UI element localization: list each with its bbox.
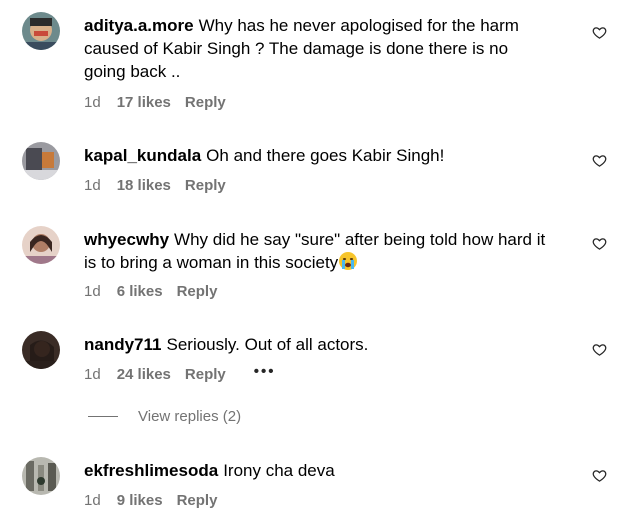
heart-outline-icon[interactable] xyxy=(592,342,607,357)
reply-button[interactable]: Reply xyxy=(185,94,226,111)
comment-username[interactable]: whyecwhy xyxy=(84,230,169,249)
comment-body: Seriously. Out of all actors. xyxy=(166,335,369,354)
comment-age: 1d xyxy=(84,492,101,509)
comment-text: whyecwhy Why did he say "sure" after bein… xyxy=(84,228,554,277)
comment-text: ekfreshlimesoda Irony cha deva xyxy=(84,459,554,482)
heart-outline-icon[interactable] xyxy=(592,153,607,168)
heart-outline-icon[interactable] xyxy=(592,25,607,40)
view-replies-label[interactable]: View replies (2) xyxy=(138,408,241,425)
comment-age: 1d xyxy=(84,283,101,300)
comment-text: kapal_kundala Oh and there goes Kabir Sin… xyxy=(84,144,554,167)
comment-text: aditya.a.more Why has he never apologised… xyxy=(84,14,554,83)
comment-likes[interactable]: 9 likes xyxy=(117,492,163,509)
comment-username[interactable]: ekfreshlimesoda xyxy=(84,461,218,480)
reply-button[interactable]: Reply xyxy=(185,177,226,194)
avatar[interactable] xyxy=(22,142,60,180)
reply-button[interactable]: Reply xyxy=(177,283,218,300)
comment-meta: 1d 17 likes Reply xyxy=(84,94,226,111)
comment-age: 1d xyxy=(84,177,101,194)
comment-likes[interactable]: 18 likes xyxy=(117,177,171,194)
comment-meta: 1d 24 likes Reply ••• xyxy=(84,363,276,383)
reply-button[interactable]: Reply xyxy=(185,366,226,383)
comment-text: nandy711 Seriously. Out of all actors. xyxy=(84,333,554,356)
heart-outline-icon[interactable] xyxy=(592,236,607,251)
avatar[interactable] xyxy=(22,457,60,495)
reply-button[interactable]: Reply xyxy=(177,492,218,509)
comment-body: Irony cha deva xyxy=(223,461,335,480)
avatar[interactable] xyxy=(22,226,60,264)
view-replies-divider xyxy=(88,416,118,417)
comment-meta: 1d 9 likes Reply xyxy=(84,492,217,509)
heart-outline-icon[interactable] xyxy=(592,468,607,483)
crying-face-emoji xyxy=(338,251,358,277)
comment-username[interactable]: aditya.a.more xyxy=(84,16,194,35)
comment-likes[interactable]: 6 likes xyxy=(117,283,163,300)
comment-body: Oh and there goes Kabir Singh! xyxy=(206,146,445,165)
comment-meta: 1d 18 likes Reply xyxy=(84,177,226,194)
comment-age: 1d xyxy=(84,366,101,383)
comment-username[interactable]: nandy711 xyxy=(84,335,162,354)
comment-age: 1d xyxy=(84,94,101,111)
comment-meta: 1d 6 likes Reply xyxy=(84,283,217,300)
more-options-icon[interactable]: ••• xyxy=(254,363,276,380)
avatar[interactable] xyxy=(22,12,60,50)
comment-likes[interactable]: 24 likes xyxy=(117,366,171,383)
comment-likes[interactable]: 17 likes xyxy=(117,94,171,111)
view-replies-button[interactable]: View replies (2) xyxy=(88,408,241,425)
comment-username[interactable]: kapal_kundala xyxy=(84,146,201,165)
avatar[interactable] xyxy=(22,331,60,369)
